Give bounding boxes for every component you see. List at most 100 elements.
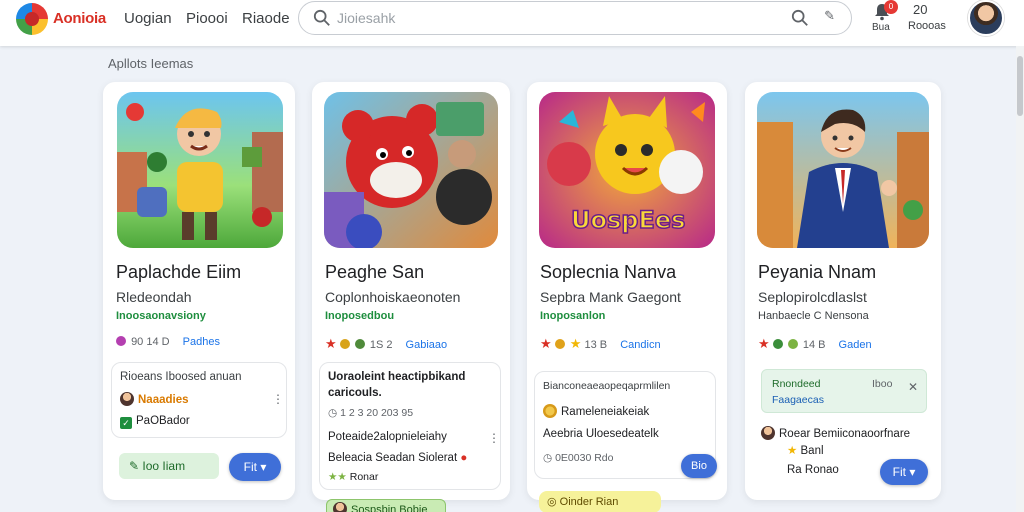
- info-line-2: Naaadies: [120, 392, 189, 406]
- nav-item-2[interactable]: Pioooi: [186, 10, 228, 27]
- notice-line-3: Iboo: [872, 378, 893, 390]
- rating-icon: [787, 339, 798, 349]
- app-rating: ★ ★ 13 B Candicn: [540, 336, 661, 352]
- pin-icon: ●: [460, 452, 468, 464]
- info-line-5: ★★ Ronar: [328, 471, 379, 483]
- rating-text: 1S 2: [369, 339, 393, 351]
- app-subtitle: Coplonhoiskaeonoten: [325, 289, 461, 305]
- app-thumbnail-1[interactable]: [117, 92, 283, 248]
- rating-icon: [339, 339, 350, 349]
- info-line-1: Bianconeaeaopeqaprmlilen: [543, 380, 671, 392]
- app-title[interactable]: Paplachde Eiim: [116, 262, 241, 283]
- section-title: Apllots Ieemas: [108, 56, 194, 71]
- rating-text: 90 14 D: [131, 336, 170, 348]
- close-icon[interactable]: ✕: [908, 380, 918, 394]
- rating-link[interactable]: Candicn: [620, 339, 660, 351]
- app-rating: ★ 14 B Gaden: [758, 336, 872, 352]
- user-avatar[interactable]: [968, 0, 1004, 36]
- user-avatar-icon: [761, 426, 775, 440]
- more-options-icon[interactable]: ⋮: [488, 431, 500, 445]
- secondary-button[interactable]: ✎ Ioo Iiam: [119, 453, 219, 479]
- app-tag: Hanbaecle C Nensona: [758, 310, 869, 322]
- rating-text: 13 B: [584, 339, 608, 351]
- search-submit-icon[interactable]: [791, 9, 809, 27]
- search-icon: [313, 9, 330, 26]
- red-bear-illustration: [324, 92, 498, 248]
- app-card-4[interactable]: Peyania Nnam Seplopirolcdlaslst Hanbaecl…: [745, 82, 941, 500]
- primary-button[interactable]: Fit ▾: [880, 459, 928, 485]
- info-line-1: Rioeans Iboosed anuan: [120, 371, 242, 383]
- edit-icon: ✎: [129, 459, 143, 473]
- app-tag: Inoposedbou: [325, 310, 395, 322]
- rating-icon: [772, 339, 783, 349]
- status-chip[interactable]: ◎ Oinder Rian: [539, 491, 661, 512]
- rating-icon: [354, 339, 365, 349]
- info-line-3: ✓ PaOBador: [120, 415, 190, 429]
- star-icon: ★: [787, 445, 801, 457]
- info-panel: Rioeans Iboosed anuan Naaadies ⋮ ✓ PaOBad…: [111, 362, 287, 438]
- app-title[interactable]: Peyania Nnam: [758, 262, 876, 283]
- app-title[interactable]: Soplecnia Nanva: [540, 262, 676, 283]
- app-rating: 90 14 D Padhes: [116, 336, 220, 348]
- app-rating: ★ 1S 2 Gabiaao: [325, 336, 447, 352]
- nav-item-1[interactable]: Uogian: [124, 10, 172, 27]
- check-icon: ✓: [120, 417, 132, 429]
- rating-link[interactable]: Gabiaao: [406, 339, 448, 351]
- info-line-4: ◷ 0E0030 Rdo: [543, 452, 614, 464]
- notification-badge: 0: [884, 0, 898, 14]
- primary-button[interactable]: Bio: [681, 454, 717, 478]
- star-icon: ★: [540, 336, 552, 351]
- businessman-illustration: [757, 92, 929, 248]
- chevron-down-icon: ▾: [909, 465, 916, 479]
- notice-line-1: Rnondeed: [772, 378, 821, 390]
- status-chip[interactable]: Sospsbin Bobie: [326, 499, 446, 512]
- top-bar: Aonioia Uogian Pioooi Riaode Jioiesahk ✎…: [0, 0, 1024, 46]
- app-card-3[interactable]: UospEes Soplecnia Nanva Sepbra Mank Gaeg…: [527, 82, 727, 512]
- search-input[interactable]: Jioiesahk: [337, 10, 395, 26]
- rating-text: 14 B: [802, 339, 826, 351]
- header-count-label[interactable]: Roooas: [908, 20, 946, 32]
- svg-text:UospEes: UospEes: [571, 206, 685, 234]
- yellow-creature-illustration: UospEes: [539, 92, 715, 248]
- app-subtitle: Sepbra Mank Gaegont: [540, 289, 681, 305]
- rating-icon: [554, 339, 565, 349]
- info-line-2: Rameleneiakeiak: [543, 404, 649, 418]
- clock-icon: ◷: [328, 407, 341, 419]
- app-logo-icon[interactable]: [16, 3, 48, 35]
- clock-icon: ◷: [543, 452, 556, 464]
- scrollbar-thumb[interactable]: [1017, 56, 1023, 116]
- app-thumbnail-3[interactable]: UospEes: [539, 92, 715, 248]
- rating-link[interactable]: Padhes: [183, 336, 220, 348]
- notice-banner: Rnondeed Faagaecas Iboo ✕: [761, 369, 927, 413]
- app-tag: Inoosaonavsiony: [116, 310, 206, 322]
- star-icon: ★★: [328, 471, 347, 483]
- rating-icon: [116, 336, 126, 346]
- app-tag: Inoposanlon: [540, 310, 606, 322]
- info-line-3: Poteaide2alopnieleiahy: [328, 431, 447, 443]
- app-card-2[interactable]: Peaghe San Coplonhoiskaeonoten Inoposedb…: [312, 82, 510, 512]
- user-avatar-icon: [120, 392, 134, 406]
- info-line-2: ★ Banl: [787, 445, 824, 457]
- scrollbar[interactable]: [1016, 46, 1024, 512]
- star-icon: ★: [758, 336, 770, 351]
- notice-line-2: Faagaecas: [772, 394, 824, 406]
- nav-item-3[interactable]: Riaode: [242, 10, 290, 27]
- info-line-3: Aeebria Uloesedeatelk: [543, 428, 659, 440]
- app-title[interactable]: Peaghe San: [325, 262, 424, 283]
- brand-name[interactable]: Aonioia: [53, 10, 106, 27]
- info-panel: Uoraoleint heactipbikand caricouls. ◷ 1 …: [319, 362, 501, 490]
- app-thumbnail-4[interactable]: [757, 92, 929, 248]
- user-avatar-icon: [333, 502, 347, 512]
- info-date: ◷ 1 2 3 20 203 95: [328, 407, 414, 419]
- star-icon: ★: [569, 336, 582, 351]
- app-thumbnail-2[interactable]: [324, 92, 498, 248]
- app-card-1[interactable]: Paplachde Eiim Rledeondah Inoosaonavsion…: [103, 82, 295, 500]
- primary-button[interactable]: Fit ▾: [229, 453, 281, 481]
- search-bar[interactable]: Jioiesahk ✎: [298, 1, 852, 35]
- location-icon: ◎: [547, 496, 560, 508]
- more-options-icon[interactable]: ⋮: [272, 392, 284, 406]
- info-line-1: Roear Bemiiconaoorfnare: [761, 426, 910, 440]
- rating-link[interactable]: Gaden: [839, 339, 872, 351]
- header-count: 20: [913, 2, 928, 17]
- voice-search-icon[interactable]: ✎: [824, 8, 835, 24]
